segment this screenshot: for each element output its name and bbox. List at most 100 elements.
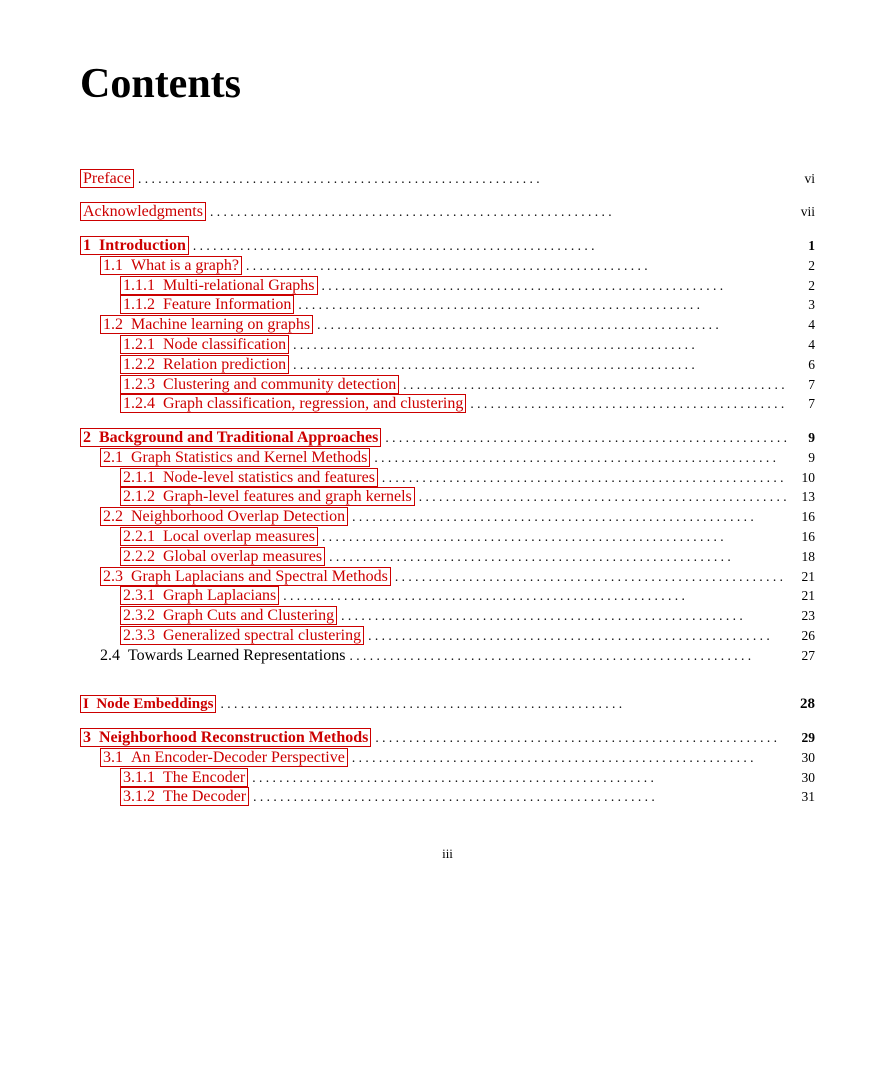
toc-link-s2.1.1[interactable]: 2.1.1 Node-level statistics and features [120,468,378,487]
toc-dots-s2.1: . . . . . . . . . . . . . . . . . . . . … [374,450,787,466]
toc-link-s2.2[interactable]: 2.2 Neighborhood Overlap Detection [100,507,348,526]
toc-page-s1.2.3: 7 [791,377,815,393]
toc-entry-s2.3.1: 2.3.1 Graph Laplacians . . . . . . . . .… [80,587,815,605]
toc-label-s3.1.1[interactable]: 3.1.1 The Encoder [120,769,248,787]
toc-link-s2.3.1[interactable]: 2.3.1 Graph Laplacians [120,586,279,605]
toc-label-s2.2[interactable]: 2.2 Neighborhood Overlap Detection [100,508,348,526]
toc-label-s2.2.2[interactable]: 2.2.2 Global overlap measures [120,548,325,566]
toc-page-s1.1.1: 2 [791,278,815,294]
toc-dots-s1.1: . . . . . . . . . . . . . . . . . . . . … [246,258,787,274]
toc-entry-part1: I Node Embeddings . . . . . . . . . . . … [80,696,815,713]
toc-dots-s2.3.2: . . . . . . . . . . . . . . . . . . . . … [341,608,787,624]
toc-link-s2.1.2[interactable]: 2.1.2 Graph-level features and graph ker… [120,487,415,506]
toc-entry-s1.2.2: 1.2.2 Relation prediction . . . . . . . … [80,356,815,374]
toc-link-part1[interactable]: I Node Embeddings [80,695,216,713]
toc-label-s2.1[interactable]: 2.1 Graph Statistics and Kernel Methods [100,449,370,467]
toc-entry-preface: Preface . . . . . . . . . . . . . . . . … [80,170,815,188]
toc-label-s1.1.2[interactable]: 1.1.2 Feature Information [120,296,294,314]
toc-entry-s2.1: 2.1 Graph Statistics and Kernel Methods … [80,449,815,467]
toc-entry-s2.2.2: 2.2.2 Global overlap measures . . . . . … [80,548,815,566]
toc-entry-s3.1.2: 3.1.2 The Decoder . . . . . . . . . . . … [80,788,815,806]
toc-label-s2.2.1[interactable]: 2.2.1 Local overlap measures [120,528,318,546]
toc-label-s2.3.3[interactable]: 2.3.3 Generalized spectral clustering [120,627,364,645]
toc-dots-ch3: . . . . . . . . . . . . . . . . . . . . … [375,730,787,746]
toc-page-s1.1: 2 [791,258,815,274]
toc-link-s1.2.1[interactable]: 1.2.1 Node classification [120,335,289,354]
toc-entry-s2.3.2: 2.3.2 Graph Cuts and Clustering . . . . … [80,607,815,625]
toc-entry-s2.3: 2.3 Graph Laplacians and Spectral Method… [80,568,815,586]
toc-label-s1.1[interactable]: 1.1 What is a graph? [100,257,242,275]
toc-label-s1.1.1[interactable]: 1.1.1 Multi-relational Graphs [120,277,318,295]
toc-link-s3.1[interactable]: 3.1 An Encoder-Decoder Perspective [100,748,348,767]
toc-page-s2.3.1: 21 [791,588,815,604]
toc-page-s3.1.2: 31 [791,789,815,805]
toc-label-ch3[interactable]: 3 Neighborhood Reconstruction Methods [80,729,371,747]
toc-label-ch2[interactable]: 2 Background and Traditional Approaches [80,429,381,447]
toc-entry-s3.1: 3.1 An Encoder-Decoder Perspective . . .… [80,749,815,767]
toc-label-preface[interactable]: Preface [80,170,134,188]
toc-label-s1.2.3[interactable]: 1.2.3 Clustering and community detection [120,376,399,394]
toc-link-ch1[interactable]: 1 Introduction [80,236,189,255]
toc-entry-s1.2: 1.2 Machine learning on graphs . . . . .… [80,316,815,334]
toc-link-ch3[interactable]: 3 Neighborhood Reconstruction Methods [80,728,371,747]
toc-label-s2.3.1[interactable]: 2.3.1 Graph Laplacians [120,587,279,605]
toc-label-s2.3[interactable]: 2.3 Graph Laplacians and Spectral Method… [100,568,391,586]
toc-page-s3.1.1: 30 [791,770,815,786]
footer-page-number: iii [80,846,815,862]
toc-link-s1.2.4[interactable]: 1.2.4 Graph classification, regression, … [120,394,466,413]
toc-label-s3.1.2[interactable]: 3.1.2 The Decoder [120,788,249,806]
toc-entry-s1.2.3: 1.2.3 Clustering and community detection… [80,376,815,394]
toc-link-s2.3[interactable]: 2.3 Graph Laplacians and Spectral Method… [100,567,391,586]
toc-entry-s2.4: 2.4 Towards Learned Representations . . … [80,647,815,665]
toc-link-s2.2.1[interactable]: 2.2.1 Local overlap measures [120,527,318,546]
page-title: Contents [80,60,815,108]
toc-page-s1.1.2: 3 [791,297,815,313]
toc-link-s1.2.2[interactable]: 1.2.2 Relation prediction [120,355,289,374]
toc-dots-s2.1.1: . . . . . . . . . . . . . . . . . . . . … [382,470,787,486]
toc-dots-s3.1.2: . . . . . . . . . . . . . . . . . . . . … [253,789,787,805]
toc-link-s3.1.1[interactable]: 3.1.1 The Encoder [120,768,248,787]
toc-label-s1.2.2[interactable]: 1.2.2 Relation prediction [120,356,289,374]
toc-link-s1.2.3[interactable]: 1.2.3 Clustering and community detection [120,375,399,394]
toc-dots-s1.2: . . . . . . . . . . . . . . . . . . . . … [317,317,787,333]
toc-page-s2.3.3: 26 [791,628,815,644]
toc-label-s3.1[interactable]: 3.1 An Encoder-Decoder Perspective [100,749,348,767]
toc-label-s2.3.2[interactable]: 2.3.2 Graph Cuts and Clustering [120,607,337,625]
toc-link-s2.3.2[interactable]: 2.3.2 Graph Cuts and Clustering [120,606,337,625]
toc-link-acknowledgments[interactable]: Acknowledgments [80,202,206,221]
toc-entry-s1.2.4: 1.2.4 Graph classification, regression, … [80,395,815,413]
toc-label-s2.1.2[interactable]: 2.1.2 Graph-level features and graph ker… [120,488,415,506]
toc-dots-s1.2.4: . . . . . . . . . . . . . . . . . . . . … [470,396,787,412]
toc-label-s1.2.4[interactable]: 1.2.4 Graph classification, regression, … [120,395,466,413]
toc-dots-s1.1.1: . . . . . . . . . . . . . . . . . . . . … [322,278,787,294]
toc-dots-acknowledgments: . . . . . . . . . . . . . . . . . . . . … [210,204,787,220]
toc-label-part1[interactable]: I Node Embeddings [80,696,216,713]
toc-link-s2.3.3[interactable]: 2.3.3 Generalized spectral clustering [120,626,364,645]
toc-page-ch2: 9 [791,430,815,446]
toc-dots-s2.3: . . . . . . . . . . . . . . . . . . . . … [395,569,787,585]
toc-dots-ch2: . . . . . . . . . . . . . . . . . . . . … [385,430,787,446]
toc-page-ch1: 1 [791,238,815,254]
toc-link-s2.1[interactable]: 2.1 Graph Statistics and Kernel Methods [100,448,370,467]
toc-dots-s2.3.3: . . . . . . . . . . . . . . . . . . . . … [368,628,787,644]
toc-label-s2.1.1[interactable]: 2.1.1 Node-level statistics and features [120,469,378,487]
toc-page-s2.2: 16 [791,509,815,525]
toc-dots-s2.2.1: . . . . . . . . . . . . . . . . . . . . … [322,529,787,545]
toc-page-s2.3.2: 23 [791,608,815,624]
toc-entry-s1.1: 1.1 What is a graph? . . . . . . . . . .… [80,257,815,275]
toc-link-s3.1.2[interactable]: 3.1.2 The Decoder [120,787,249,806]
toc-link-s2.2.2[interactable]: 2.2.2 Global overlap measures [120,547,325,566]
toc-label-acknowledgments[interactable]: Acknowledgments [80,203,206,221]
toc-link-preface[interactable]: Preface [80,169,134,188]
toc-dots-s2.2.2: . . . . . . . . . . . . . . . . . . . . … [329,549,787,565]
toc-link-s1.1[interactable]: 1.1 What is a graph? [100,256,242,275]
toc-link-ch2[interactable]: 2 Background and Traditional Approaches [80,428,381,447]
toc-link-s1.1.1[interactable]: 1.1.1 Multi-relational Graphs [120,276,318,295]
toc-label-s1.2[interactable]: 1.2 Machine learning on graphs [100,316,313,334]
toc-label-s1.2.1[interactable]: 1.2.1 Node classification [120,336,289,354]
toc-label-ch1[interactable]: 1 Introduction [80,237,189,255]
toc-link-s1.2[interactable]: 1.2 Machine learning on graphs [100,315,313,334]
toc-dots-s3.1.1: . . . . . . . . . . . . . . . . . . . . … [252,770,787,786]
toc-link-s1.1.2[interactable]: 1.1.2 Feature Information [120,295,294,314]
toc-dots-s3.1: . . . . . . . . . . . . . . . . . . . . … [352,750,787,766]
